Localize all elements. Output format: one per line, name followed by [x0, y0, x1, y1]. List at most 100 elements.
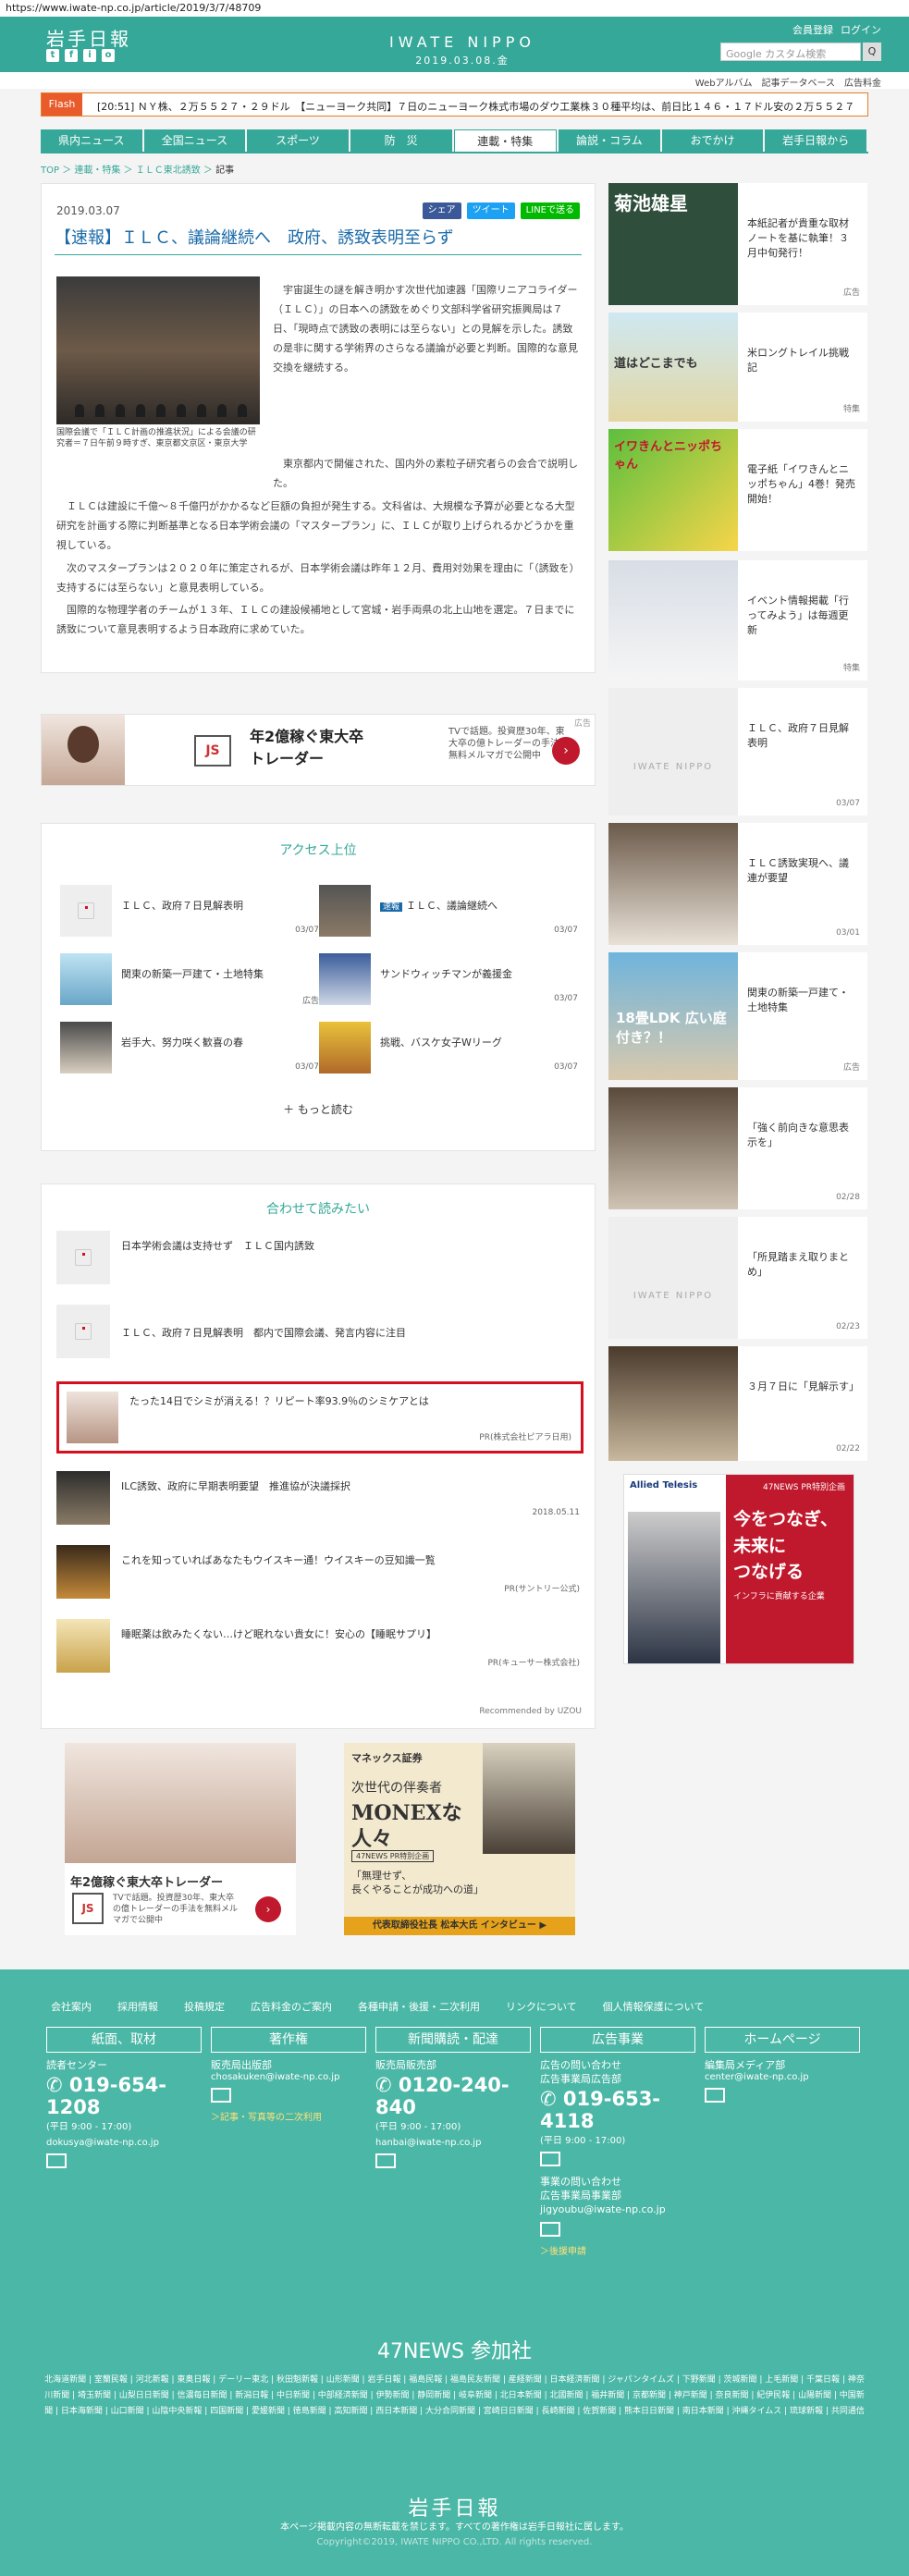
ranking-item[interactable]: 岩手大、努力咲く歓喜の春 03/07: [60, 1022, 319, 1081]
phone-number[interactable]: ✆ 0120-240-840: [375, 2074, 531, 2118]
ad-rates-link[interactable]: 広告料金: [844, 75, 881, 89]
sponsorship-link[interactable]: ＞後援申請: [540, 2243, 695, 2257]
sidebar-item[interactable]: 菊池雄星 本紙記者が貴重な取材ノートを基に執筆！３月中旬発行！ 広告: [608, 183, 867, 305]
banner-ad[interactable]: JS 年2億稼ぐ東大卒 トレーダー TVで話題。投資歴30年、東大卒の億トレーダ…: [41, 714, 596, 786]
article: 2019.03.07 シェア ツイート LINEで送る 【速報】ＩＬＣ、議論継続…: [41, 183, 596, 673]
more-button[interactable]: ＋ もっと読む: [42, 1101, 595, 1117]
contact-column: 著作権 販売局出版部 chosakuken@iwate-np.co.jp ＞記事…: [211, 2027, 366, 2257]
nav-editorial[interactable]: 論説・コラム: [559, 129, 660, 152]
line-share-button[interactable]: LINEで送る: [520, 202, 580, 219]
search-button[interactable]: Q: [863, 43, 881, 61]
breadcrumb-features[interactable]: 連載・特集: [74, 166, 120, 176]
mail-icon[interactable]: [46, 2153, 67, 2168]
line-icon[interactable]: i: [83, 49, 96, 62]
footer-link[interactable]: リンクについて: [506, 1999, 577, 2014]
sidebar-item-tag: 特集: [842, 664, 860, 673]
partners-title: 47NEWS 参加社: [376, 2340, 533, 2363]
facebook-icon[interactable]: f: [65, 49, 78, 62]
nav-national-news[interactable]: 全国ニュース: [143, 129, 246, 152]
ranking-item[interactable]: ＩＬＣ、政府７日見解表明 03/07: [60, 885, 319, 944]
phone-number[interactable]: ✆ 019-653-4118: [540, 2088, 695, 2132]
sidebar-item[interactable]: イワきんとニッポちゃん 電子紙「イワきんとニッポちゃん」4巻！発売開始！: [608, 429, 867, 551]
breadcrumb-ilc[interactable]: ＩＬＣ東北誘致: [136, 166, 201, 176]
article-para: ＩＬＣは建設に千億〜８千億円がかかるなど巨額の負担が発生する。文科省は、大規模な…: [56, 500, 575, 551]
article-db-link[interactable]: 記事データベース: [762, 75, 836, 89]
ranking-item-title: 関東の新築一戸建て・土地特集: [121, 968, 264, 980]
article-para: 東京都内で開催された、国内外の素粒子研究者らの会合で説明した。: [273, 458, 578, 489]
footer-link[interactable]: 採用情報: [117, 1999, 158, 2014]
related-item[interactable]: 日本学術会議は支持せず ＩＬＣ国内誘致: [56, 1231, 580, 1286]
email-address[interactable]: dokusya@iwate-np.co.jp: [46, 2138, 202, 2148]
footer-link[interactable]: 会社案内: [51, 1999, 92, 2014]
related-item[interactable]: ILC誘致、政府に早期表明要望 推進協が決議採択 2018.05.11: [56, 1471, 580, 1527]
nav-from-nippo[interactable]: 岩手日報から: [765, 129, 866, 152]
bottom-ad-monex[interactable]: マネックス証券 次世代の伴奏者 MONEXな 人々 47NEWS PR特別企画 …: [344, 1743, 575, 1935]
ad-cta-bar[interactable]: 代表取締役社長 松本大氏 インタビュー ▶: [344, 1917, 575, 1935]
brand-block: IWATE NIPPO 2019.03.08.金: [361, 33, 564, 67]
search-input[interactable]: Google カスタム検索: [720, 43, 861, 61]
recommend-credit[interactable]: Recommended by UZOU: [479, 1707, 582, 1716]
phone-number[interactable]: ✆ 019-654-1208: [46, 2074, 202, 2118]
hours: (平日 9:00 - 17:00): [46, 2122, 132, 2132]
nav-sports[interactable]: スポーツ: [247, 129, 349, 152]
global-nav: 県内ニュース 全国ニュース スポーツ 防 災 連載・特集 論説・コラム おでかけ…: [41, 129, 868, 153]
register-link[interactable]: 会員登録: [792, 22, 833, 37]
url-bar: https://www.iwate-np.co.jp/article/2019/…: [0, 0, 909, 17]
sidebar-item[interactable]: 「強く前向きな意思表示を」 02/28: [608, 1087, 867, 1209]
ad-arrow-icon[interactable]: ›: [255, 1896, 281, 1922]
footer-link[interactable]: 広告料金のご案内: [251, 1999, 332, 2014]
site-logo[interactable]: 岩手日報: [46, 24, 131, 51]
email-address[interactable]: chosakuken@iwate-np.co.jp: [211, 2072, 366, 2082]
sidebar-image-text: イワきんとニッポちゃん: [614, 440, 723, 472]
related-item[interactable]: これを知っていればあなたもウイスキー通！ウイスキーの豆知識一覧 PR(サントリー…: [56, 1545, 580, 1601]
related-item[interactable]: 睡眠薬は飲みたくない…けど眠れない貴女に！安心の【睡眠サプリ】 PR(キューサー…: [56, 1619, 580, 1674]
utility-nav: Webアルバム 記事データベース 広告料金: [0, 72, 909, 89]
nav-disaster[interactable]: 防 災: [350, 129, 452, 152]
article-photo[interactable]: [56, 276, 260, 424]
footer-link[interactable]: 個人情報保護について: [603, 1999, 705, 2014]
breadcrumb-top[interactable]: TOP: [41, 166, 59, 176]
ranking-item[interactable]: サンドウィッチマンが義援金 03/07: [319, 953, 578, 1012]
nav-local-news[interactable]: 県内ニュース: [41, 129, 142, 152]
breadcrumb-current: 記事: [215, 166, 235, 176]
sidebar-item[interactable]: 道はどこまでも 米ロングトレイル挑戦記 特集: [608, 313, 867, 422]
mail-icon[interactable]: [705, 2088, 725, 2103]
web-album-link[interactable]: Webアルバム: [695, 75, 753, 89]
nav-features[interactable]: 連載・特集: [453, 129, 558, 152]
flash-news-bar[interactable]: Flash [20:51] ＮＹ株、２万５５２７・２９ドル 【ニューヨーク共同】…: [41, 92, 868, 117]
footer-link[interactable]: 各種申請・後援・二次利用: [358, 1999, 480, 2014]
tweet-button[interactable]: ツイート: [466, 202, 515, 219]
sidebar-item[interactable]: ３月７日に「見解示す」 02/22: [608, 1346, 867, 1461]
related-item[interactable]: ＩＬＣ、政府７日見解表明 都内で国際会議、発言内容に注目: [56, 1305, 580, 1360]
email-address[interactable]: center@iwate-np.co.jp: [705, 2072, 860, 2082]
nav-outing[interactable]: おでかけ: [661, 129, 764, 152]
sidebar-item[interactable]: IWATE NIPPO 「所見踏まえ取りまとめ」 02/23: [608, 1217, 867, 1339]
sidebar-item[interactable]: ＩＬＣ誘致実現へ、議連が要望 03/01: [608, 823, 867, 945]
ranking-item[interactable]: 挑戦、バスケ女子Wリーグ 03/07: [319, 1022, 578, 1081]
email-address[interactable]: hanbai@iwate-np.co.jp: [375, 2138, 531, 2148]
mail-icon[interactable]: [211, 2088, 231, 2103]
instagram-icon[interactable]: o: [102, 49, 115, 62]
flash-text[interactable]: [20:51] ＮＹ株、２万５５２７・２９ドル 【ニューヨーク共同】７日のニュー…: [97, 99, 855, 114]
mail-icon[interactable]: [540, 2222, 560, 2237]
ranking-item-date: 03/07: [295, 926, 319, 935]
secondary-use-link[interactable]: ＞記事・写真等の二次利用: [211, 2109, 366, 2123]
ranking-item[interactable]: 関東の新築一戸建て・土地特集 広告: [60, 953, 319, 1012]
footer-link[interactable]: 投稿規定: [184, 1999, 225, 2014]
article-para: 次のマスタープランは２０２０年に策定されるが、日本学術会議は昨年１２月、費用対効…: [56, 562, 580, 594]
side-ad[interactable]: Allied Telesis 47NEWS PR特別企画 今をつなぎ、 未来に …: [623, 1474, 854, 1664]
sidebar-item[interactable]: IWATE NIPPO ＩＬＣ、政府７日見解表明 03/07: [608, 688, 867, 816]
mail-icon[interactable]: [540, 2152, 560, 2166]
mail-icon[interactable]: [375, 2153, 396, 2168]
login-link[interactable]: ログイン: [841, 22, 881, 37]
twitter-icon[interactable]: t: [46, 49, 59, 62]
highlighted-ad[interactable]: たった14日でシミが消える！？リピート率93.9％のシミケアとは PR(株式会社…: [56, 1381, 583, 1454]
sidebar-item[interactable]: 18畳LDK 広い庭付き？！ 関東の新築一戸建て・土地特集 広告: [608, 952, 867, 1080]
sidebar-item[interactable]: イベント情報掲載「行ってみよう」は毎週更新 特集: [608, 560, 867, 681]
ad-arrow-icon[interactable]: ›: [552, 737, 580, 765]
facebook-share-button[interactable]: シェア: [422, 202, 461, 219]
bottom-ad-trader[interactable]: 年2億稼ぐ東大卒トレーダー JS TVで話題。投資歴30年、東大卒の億トレーダー…: [65, 1743, 296, 1935]
sidebar-item-title: イベント情報掲載「行ってみよう」は毎週更新: [747, 595, 849, 636]
partner-links[interactable]: 北海道新聞 | 室蘭民報 | 河北新報 | 東奥日報 | デーリー東北 | 秋田…: [42, 2373, 867, 2420]
ranking-item[interactable]: 速報 ＩＬＣ、議論継続へ 03/07: [319, 885, 578, 944]
